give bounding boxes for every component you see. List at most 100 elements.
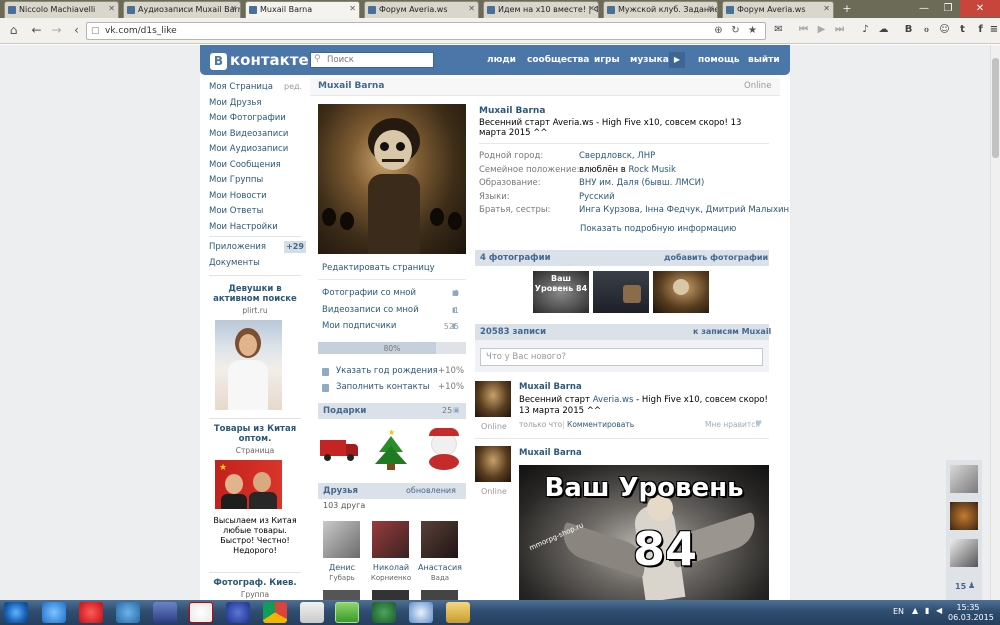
music-icon[interactable]: ♪	[857, 22, 874, 38]
menu-friends[interactable]: Мои Друзья	[209, 98, 261, 108]
photos-title[interactable]: 4 фотографии	[480, 253, 551, 263]
menu-photos[interactable]: Мои Фотографии	[209, 113, 286, 123]
friends-updates-link[interactable]: обновления	[406, 486, 456, 495]
menu-news[interactable]: Мои Новости	[209, 191, 267, 201]
nav-games[interactable]: игры	[594, 55, 620, 65]
post-author-name[interactable]: Muxail Barna	[519, 448, 582, 458]
stat-videos-with-me[interactable]: Видеозаписи со мной	[322, 305, 419, 315]
search-input[interactable]: ⚲ Поиск	[310, 52, 434, 68]
photo-thumbnail[interactable]	[653, 271, 709, 313]
yandex-browser-icon[interactable]	[189, 602, 213, 623]
home-icon[interactable]: ⌂	[5, 22, 22, 39]
mail-icon[interactable]: ✉	[770, 22, 787, 38]
share-icon[interactable]: ‹	[68, 22, 85, 39]
wall-title[interactable]: 20583 записи	[480, 327, 546, 337]
chat-icon[interactable]: ☁	[875, 22, 892, 38]
sidebar-friend-avatar[interactable]	[950, 465, 978, 493]
ad-title[interactable]: Фотограф. Киев.	[205, 578, 305, 588]
folder-icon[interactable]	[446, 602, 470, 623]
tray-arrow-icon[interactable]: ▲	[912, 606, 918, 615]
vk-icon[interactable]: B	[900, 22, 917, 38]
browser-tab[interactable]: Идем на x10 вместе! | Форум✕	[483, 1, 599, 18]
profile-status[interactable]: Весенний старт Averia.ws - High Five x10…	[479, 118, 769, 138]
tab-close-icon[interactable]: ✕	[108, 4, 115, 13]
hint-birth-year[interactable]: Указать год рождения	[336, 366, 438, 376]
new-tab-button[interactable]: +	[838, 2, 856, 16]
friend-avatar[interactable]	[421, 521, 458, 558]
post-time[interactable]: только что	[519, 420, 562, 429]
browser-tab[interactable]: Niccolo Machiavelli ✕	[4, 1, 119, 18]
forward-icon[interactable]: →	[48, 22, 65, 39]
comment-link[interactable]: Комментировать	[567, 420, 634, 429]
ad-title[interactable]: Товары из Китая оптом.	[205, 424, 305, 444]
play-icon[interactable]: ▶	[813, 22, 830, 38]
tab-close-icon[interactable]: ✕	[588, 4, 595, 13]
app-icon[interactable]	[409, 602, 433, 623]
nav-people[interactable]: люди	[487, 55, 516, 65]
friend-first-name[interactable]: Николай	[366, 563, 416, 572]
info-value-hometown[interactable]: Свердловск, ЛНР	[579, 151, 655, 161]
menu-documents[interactable]: Документы	[209, 258, 260, 268]
friend-last-name[interactable]: Губарь	[317, 574, 367, 582]
friend-last-name[interactable]: Вада	[415, 574, 465, 582]
ad-image[interactable]	[215, 320, 282, 410]
close-window-button[interactable]: ✕	[960, 0, 1000, 17]
friend-avatar[interactable]	[323, 521, 360, 558]
post-author-name[interactable]: Muxail Barna	[519, 382, 582, 392]
people-icon[interactable]: ☺	[936, 22, 953, 38]
relationship-link[interactable]: Rock Musik	[628, 165, 675, 175]
prev-track-icon[interactable]: ⏮	[795, 22, 812, 38]
opera-icon[interactable]	[79, 602, 103, 623]
media-player-icon[interactable]	[116, 602, 140, 623]
friend-first-name[interactable]: Денис	[317, 563, 367, 572]
minimize-button[interactable]: —	[912, 0, 936, 17]
info-value-education[interactable]: ВНУ им. Даля (бывш. ЛМСИ)	[579, 178, 704, 188]
info-value-siblings[interactable]: Инга Курзова, Інна Федчук, Дмитрий Малых…	[579, 205, 789, 215]
stat-photos-with-me[interactable]: Фотографии со мной	[322, 288, 416, 298]
ad-title[interactable]: Девушки в активном поиске	[205, 284, 305, 304]
browser-tab-active[interactable]: Muxail Barna ✕	[245, 1, 360, 18]
friend-avatar[interactable]	[323, 590, 360, 600]
tab-close-icon[interactable]: ✕	[707, 4, 714, 13]
apps-badge[interactable]: +29	[284, 241, 306, 253]
reload-icon[interactable]: ↻	[727, 22, 744, 39]
post-author-avatar[interactable]	[475, 446, 511, 482]
back-icon[interactable]: ←	[28, 22, 45, 39]
gifts-title[interactable]: Подарки	[323, 406, 366, 416]
friends-title[interactable]: Друзья	[323, 486, 358, 496]
gift-truck[interactable]	[318, 428, 360, 470]
edit-profile-link[interactable]: Редактировать страницу	[322, 263, 435, 273]
browser-tab[interactable]: Аудиозаписи Muxail Barn ✕	[123, 1, 241, 18]
photo-thumbnail[interactable]: Ваш Уровень 84	[533, 271, 589, 313]
sidebar-count[interactable]: 15	[955, 582, 966, 591]
show-more-info-link[interactable]: Показать подробную информацию	[580, 224, 736, 234]
nav-communities[interactable]: сообщества	[527, 55, 589, 65]
tab-close-icon[interactable]: ✕	[230, 4, 237, 13]
friend-avatar[interactable]	[372, 521, 409, 558]
gift-tree[interactable]: ★	[370, 428, 412, 470]
stat-followers[interactable]: Мои подписчики	[322, 321, 396, 331]
menu-icon[interactable]: ≡	[988, 22, 1000, 38]
profile-avatar[interactable]	[318, 104, 466, 254]
twitter-icon[interactable]: t	[954, 22, 971, 38]
new-post-input[interactable]: Что у Вас нового?	[480, 348, 763, 366]
sidebar-friend-avatar[interactable]	[950, 502, 978, 530]
gift-snowman[interactable]	[423, 428, 465, 470]
bookmark-star-icon[interactable]: ★	[744, 22, 761, 39]
friend-last-name[interactable]: Корниенко	[366, 574, 416, 582]
menu-answers[interactable]: Мои Ответы	[209, 206, 263, 216]
sidebar-friend-avatar[interactable]	[950, 539, 978, 567]
next-track-icon[interactable]: ⏭	[831, 22, 848, 38]
tab-close-icon[interactable]: ✕	[823, 4, 830, 13]
d-app-icon[interactable]	[226, 602, 250, 623]
add-photos-link[interactable]: добавить фотографии	[664, 253, 768, 262]
friend-avatar[interactable]	[372, 590, 409, 600]
browser-tab[interactable]: Форум Averia.ws ✕	[364, 1, 479, 18]
menu-settings[interactable]: Мои Настройки	[209, 222, 278, 232]
friend-first-name[interactable]: Анастасия	[415, 563, 465, 572]
nav-music[interactable]: музыка	[630, 55, 669, 65]
hint-contacts[interactable]: Заполнить контакты	[336, 382, 429, 392]
info-value-languages[interactable]: Русский	[579, 192, 615, 202]
network-icon[interactable]: ▮	[925, 606, 929, 615]
menu-messages[interactable]: Мои Сообщения	[209, 160, 281, 170]
